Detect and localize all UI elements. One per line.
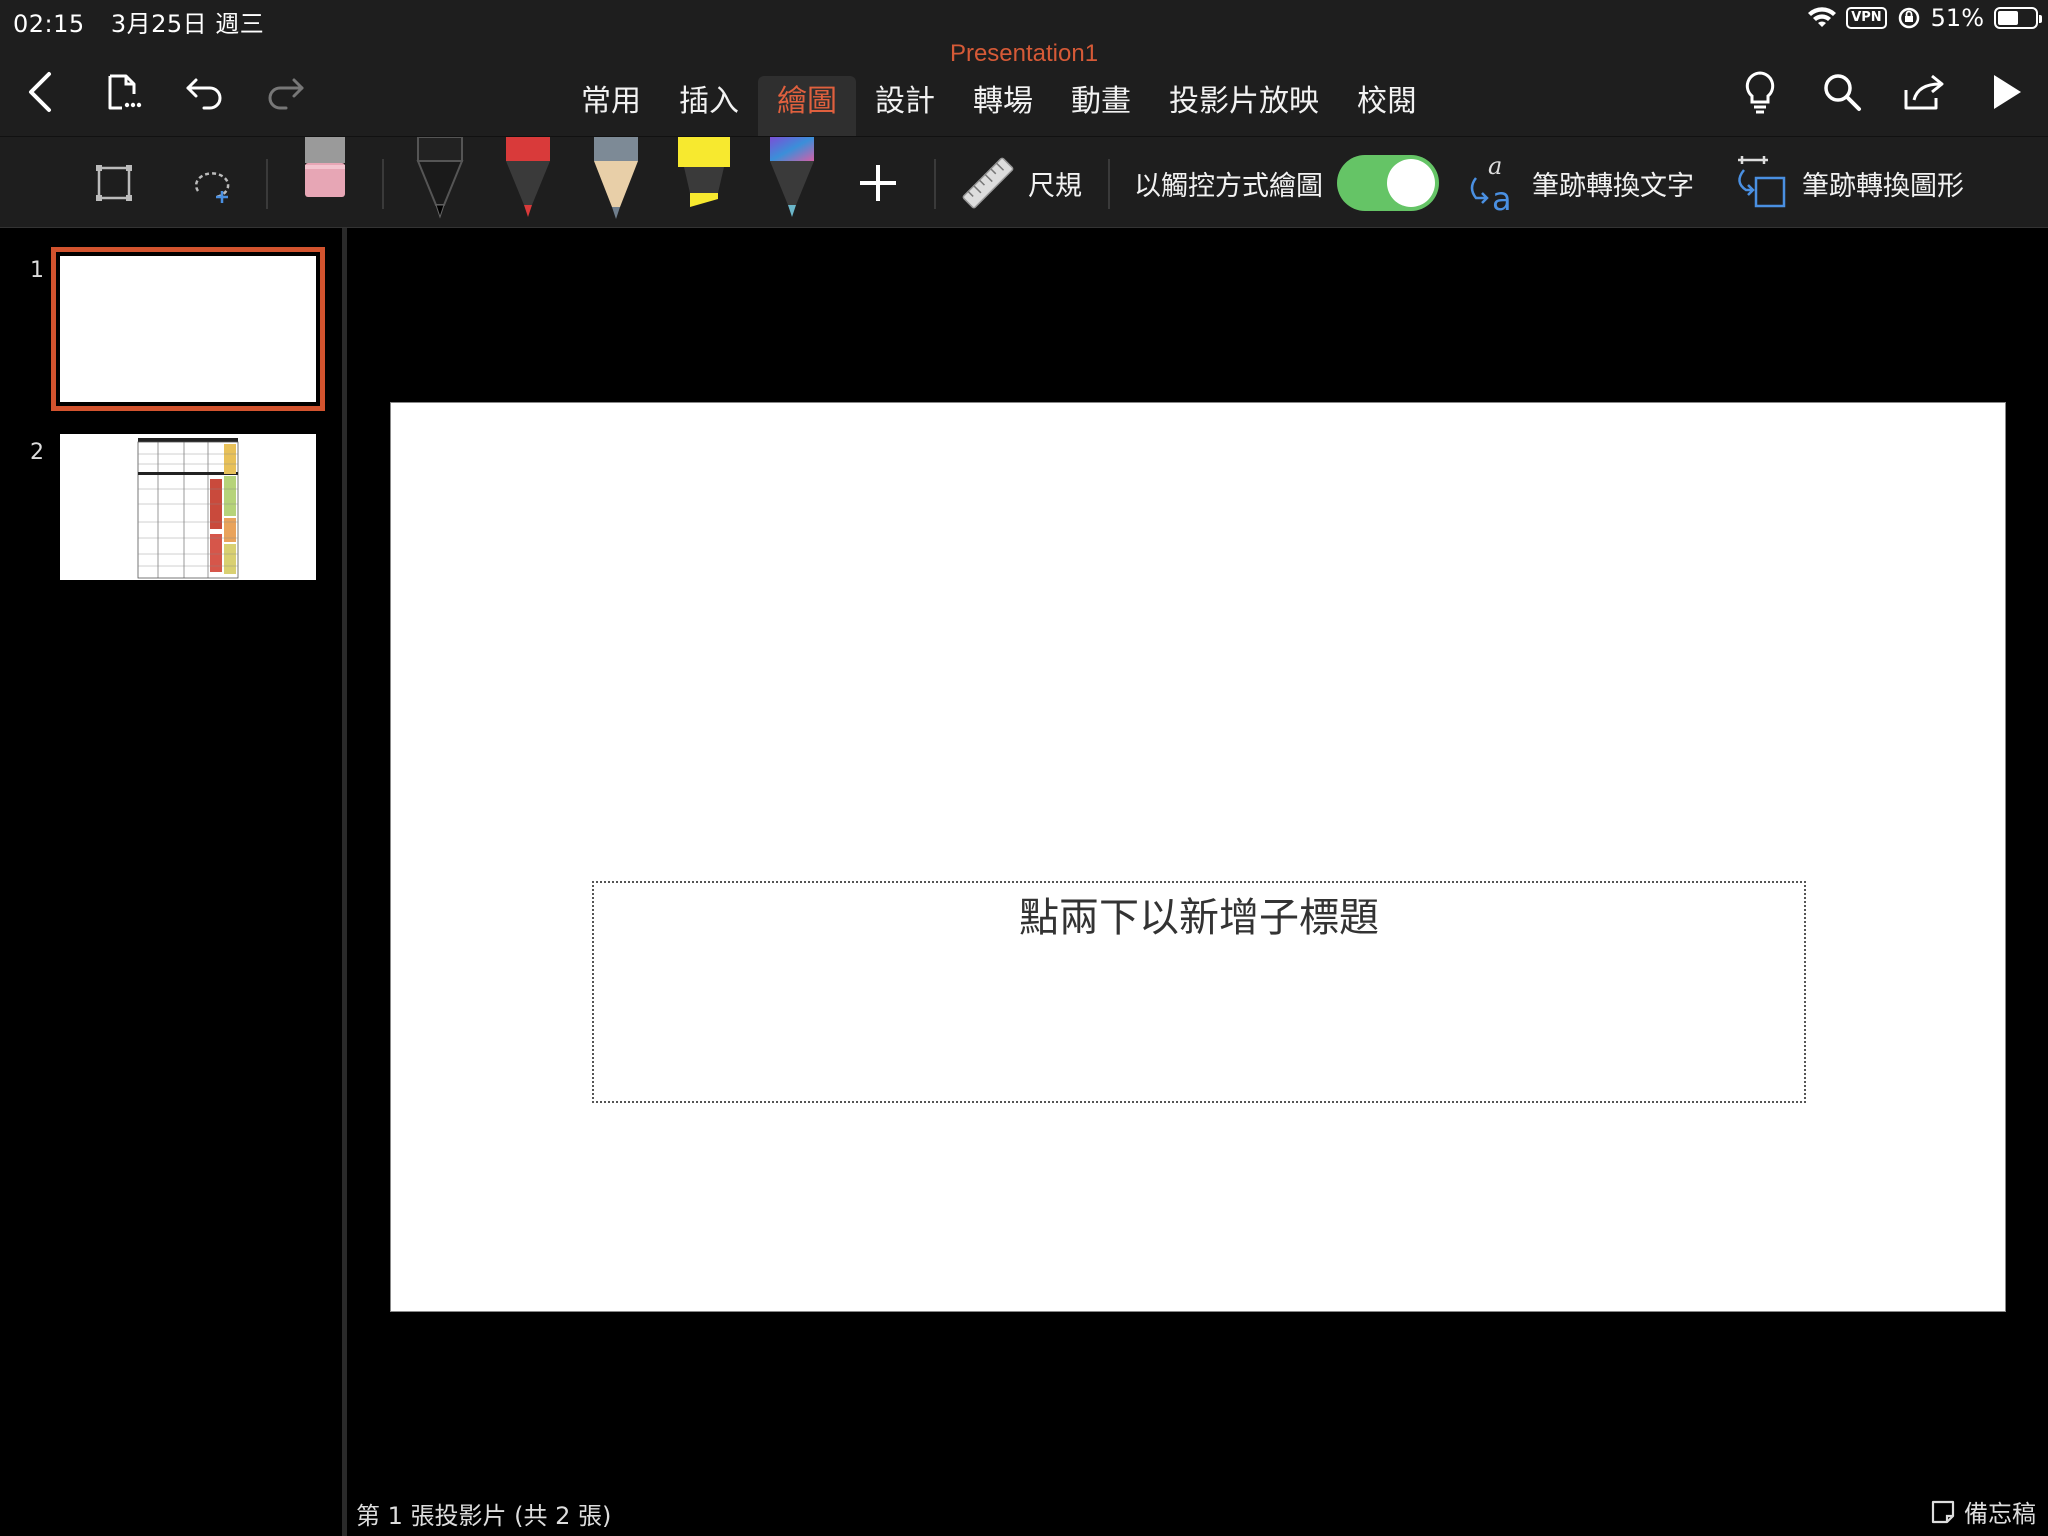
document-title[interactable]: Presentation1 [0, 40, 2048, 68]
select-rectangle-icon [96, 165, 132, 201]
lasso-icon [194, 172, 230, 203]
slide-counter: 第 1 張投影片 (共 2 張) [356, 1502, 612, 1530]
ink-to-text-icon: a a [1470, 152, 1512, 214]
notes-icon [1931, 1500, 1955, 1523]
draw-with-touch-toggle[interactable] [1337, 155, 1439, 211]
undo-icon [186, 78, 222, 110]
slide-number-1: 1 [30, 258, 44, 283]
pencil-button[interactable] [588, 137, 644, 229]
draw-with-touch-control: 以觸控方式繪圖 [1134, 137, 1439, 229]
play-slideshow-button[interactable] [1982, 68, 2030, 116]
share-icon [1904, 74, 1944, 110]
svg-text:a: a [1488, 152, 1502, 180]
tab-design[interactable]: 設計 [856, 76, 954, 136]
tab-insert[interactable]: 插入 [660, 76, 758, 136]
ruler-button[interactable]: 尺規 [960, 137, 1082, 229]
chevron-left-icon [29, 72, 51, 112]
status-date: 3月25日 週三 [110, 10, 265, 38]
tab-draw[interactable]: 繪圖 [758, 76, 856, 136]
redo-icon [268, 78, 304, 110]
lightbulb-icon [1745, 71, 1775, 114]
notes-button[interactable]: 備忘稿 [1930, 1494, 2036, 1529]
svg-text:a: a [1492, 180, 1512, 214]
black-pen-button[interactable] [412, 137, 468, 229]
panel-divider[interactable] [342, 228, 347, 1536]
ruler-icon [962, 157, 1014, 209]
galaxy-pen-button[interactable] [764, 137, 820, 229]
slide-thumbnail-panel: 1 2 [0, 228, 342, 1536]
play-icon [1994, 75, 2021, 109]
table-preview-image [137, 438, 239, 579]
search-button[interactable] [1818, 68, 1866, 116]
ruler-label: 尺規 [1028, 170, 1082, 202]
file-icon [108, 74, 142, 110]
tab-slideshow[interactable]: 投影片放映 [1150, 76, 1338, 136]
redo-button[interactable] [262, 68, 310, 116]
subtitle-placeholder[interactable]: 點兩下以新增子標題 [592, 881, 1806, 1103]
app-header: Presentation1 常用 插入 繪圖 設計 轉場 動畫 投影片放映 校閱 [0, 40, 2048, 136]
undo-button[interactable] [180, 68, 228, 116]
vpn-badge: VPN [1846, 7, 1887, 29]
battery-percent: 51% [1930, 4, 1984, 32]
select-objects-button[interactable] [94, 137, 134, 229]
ink-to-shape-label: 筆跡轉換圖形 [1802, 170, 1964, 202]
slide-number-2: 2 [30, 440, 44, 465]
highlighter-yellow-icon [678, 137, 730, 207]
share-button[interactable] [1900, 68, 1948, 116]
ink-to-shape-button[interactable]: 筆跡轉換圖形 [1732, 137, 1964, 229]
pen-red-icon [506, 137, 550, 217]
search-icon [1824, 74, 1861, 111]
eraser-icon [305, 137, 345, 197]
pen-galaxy-icon [770, 137, 814, 217]
battery-icon [1994, 7, 2042, 29]
draw-toolbar: 尺規 以觸控方式繪圖 a a 筆跡轉換文字 筆跡轉換圖形 [0, 136, 2048, 228]
tab-home[interactable]: 常用 [562, 76, 660, 136]
lasso-select-button[interactable] [188, 137, 234, 229]
draw-with-touch-label: 以觸控方式繪圖 [1134, 170, 1323, 202]
subtitle-placeholder-text: 點兩下以新增子標題 [1019, 895, 1379, 941]
ribbon-tabs: 常用 插入 繪圖 設計 轉場 動畫 投影片放映 校閱 [562, 76, 1436, 136]
back-button[interactable] [16, 68, 64, 116]
ideas-button[interactable] [1736, 68, 1784, 116]
slide-thumbnail-1[interactable] [51, 247, 325, 411]
notes-label: 備忘稿 [1964, 1500, 2036, 1528]
ink-to-shape-icon [1738, 156, 1786, 208]
pencil-icon [594, 137, 638, 219]
tab-review[interactable]: 校閱 [1338, 76, 1436, 136]
orientation-lock-icon [1898, 7, 1919, 29]
slide-canvas[interactable]: 點兩下以新增子標題 [390, 402, 2006, 1312]
status-time: 02:15 [13, 10, 85, 38]
add-pen-button[interactable] [856, 137, 900, 229]
status-bar: 02:15 3月25日 週三 VPN 51% [0, 0, 2048, 40]
wifi-icon [1808, 7, 1837, 27]
red-pen-button[interactable] [500, 137, 556, 229]
slide-thumbnail-2[interactable] [60, 434, 316, 580]
ink-to-text-button[interactable]: a a 筆跡轉換文字 [1462, 137, 1694, 229]
tab-animations[interactable]: 動畫 [1052, 76, 1150, 136]
pen-black-icon [416, 137, 464, 219]
tab-transitions[interactable]: 轉場 [954, 76, 1052, 136]
plus-icon [860, 165, 896, 201]
eraser-button[interactable] [302, 137, 348, 229]
highlighter-button[interactable] [676, 137, 732, 229]
ink-to-text-label: 筆跡轉換文字 [1532, 170, 1694, 202]
file-menu-button[interactable] [98, 68, 146, 116]
